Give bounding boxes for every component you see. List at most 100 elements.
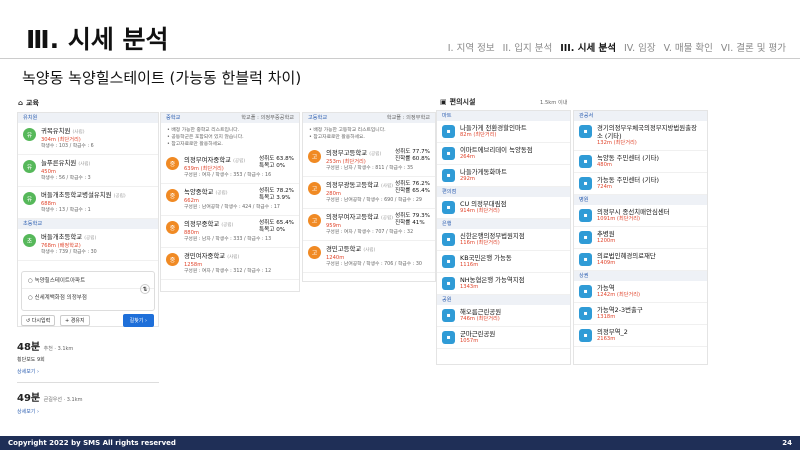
divider bbox=[0, 58, 800, 59]
list-item[interactable]: 중 경민여자중학교 (사립) 1258m 구성원 : 여자 / 학생수 : 312 /… bbox=[161, 248, 299, 280]
edu-panel: 유치원 유 귀복유치원 (사립) 304m (최단거리) 학생수 : 103 / 학급… bbox=[17, 112, 159, 327]
amen-col-2: 관공서 ▪ 경기의정부우체국의정부지방법원출장소 (기타) 132m (최단거리) ▪ 녹… bbox=[573, 110, 708, 365]
amen-range: 1.5km 이내 bbox=[540, 100, 568, 106]
list-item[interactable]: 고 의정부고등학교 (공립) 253m (최단거리) 성취도 77.7% 진학률 60.… bbox=[303, 145, 435, 177]
list-item[interactable]: 중 의정부여자중학교 (공립) 639m (최단거리) 성취도 63.8% 특목고 0%… bbox=[161, 152, 299, 184]
kinder-icon: 유 bbox=[23, 160, 36, 173]
place-icon: ▪ bbox=[442, 147, 455, 160]
kinder-icon: 유 bbox=[23, 192, 36, 205]
list-item[interactable]: 유 귀복유치원 (사립) 304m (최단거리) 학생수 : 103 / 학급수 : … bbox=[18, 123, 158, 155]
high-school-icon: 고 bbox=[308, 150, 321, 163]
list-item[interactable]: ▪ 이마트에브리데이 녹양동점 264m bbox=[437, 143, 570, 165]
place-icon: ▪ bbox=[442, 277, 455, 290]
list-item[interactable]: ▪ 나들가게동화마트 292m bbox=[437, 165, 570, 187]
waypoint-button[interactable]: + 경유지 bbox=[60, 315, 90, 326]
list-item[interactable]: 유 늘푸른유치원 (사립) 450m 학생수 : 56 / 학급수 : 3 bbox=[18, 155, 158, 187]
nav-item-3[interactable]: III. 시세 분석 bbox=[560, 40, 616, 54]
copyright: Copyright 2022 by SMS All rights reserve… bbox=[8, 439, 176, 447]
nav-item-4[interactable]: IV. 임장 bbox=[624, 40, 656, 54]
reset-button[interactable]: ↺ 다시입력 bbox=[21, 315, 56, 326]
home-icon: ⌂ bbox=[18, 99, 24, 107]
nav-item-6[interactable]: VI. 결론 및 평가 bbox=[721, 40, 786, 54]
place-icon: ▪ bbox=[442, 125, 455, 138]
middle-category: 중학교 학교폴 : 의정부중공학교 bbox=[161, 113, 299, 123]
middle-school-icon: 중 bbox=[166, 157, 179, 170]
edu-header: ⌂ 교육 bbox=[18, 98, 39, 108]
amen-category: 병원 bbox=[574, 195, 707, 205]
amen-category: 관공서 bbox=[574, 111, 707, 121]
route-box: ○ 녹양힐스테이트아파트 ○ 신세계백화점 의정부점 ⇅ bbox=[21, 271, 155, 311]
middle-panel: 중학교 학교폴 : 의정부중공학교 • 배정 가능한 중학교 리스트입니다. • 공… bbox=[160, 112, 300, 292]
route-to[interactable]: ○ 신세계백화점 의정부점 bbox=[22, 289, 154, 305]
kinder-category: 유치원 bbox=[18, 113, 158, 123]
nav-item-2[interactable]: II. 입지 분석 bbox=[503, 40, 553, 54]
high-school-icon: 고 bbox=[308, 214, 321, 227]
list-item[interactable]: ▪ 의정부역_2 2163m bbox=[574, 325, 707, 347]
list-item[interactable]: ▪ 나들가게 천환경할인마트 82m (최단거리) bbox=[437, 121, 570, 143]
list-item[interactable]: 초 버들개초등학교 (공립) 768m (배정학교) 학생수 : 739 / 학급수 … bbox=[18, 229, 158, 261]
nav-item-5[interactable]: V. 매물 확인 bbox=[664, 40, 713, 54]
place-icon: ▪ bbox=[579, 155, 592, 168]
place-icon: ▪ bbox=[442, 255, 455, 268]
list-item[interactable]: 유 버들개초등학교병설유치원 (공립) 688m 학생수 : 13 / 학급수 : 1 bbox=[18, 187, 158, 219]
list-item[interactable]: ▪ 해오름근린공원 746m (최단거리) bbox=[437, 305, 570, 327]
list-item[interactable]: ▪ 가능역2-3번출구 1318m bbox=[574, 303, 707, 325]
amen-header: ▣ 편의시설 bbox=[440, 97, 475, 107]
slide: Ⅲ. 시세 분석 I. 지역 정보 II. 입지 분석 III. 시세 분석 I… bbox=[0, 0, 800, 450]
place-icon: ▪ bbox=[579, 329, 592, 342]
amen-category: 마트 bbox=[437, 111, 570, 121]
list-item[interactable]: ▪ 경기의정부우체국의정부지방법원출장소 (기타) 132m (최단거리) bbox=[574, 121, 707, 151]
list-item[interactable]: ▪ 녹양동 주민센터 (기타) 480m bbox=[574, 151, 707, 173]
list-item[interactable]: ▪ 신한은행의정부법원지점 116m (최단거리) bbox=[437, 229, 570, 251]
elem-category: 초등학교 bbox=[18, 219, 158, 229]
footer: Copyright 2022 by SMS All rights reserve… bbox=[0, 436, 800, 450]
list-item[interactable]: ▪ 추병원 1200m bbox=[574, 227, 707, 249]
high-notes: • 배정 가능한 고등학교 리스트입니다. • 참고자료로만 활용하세요. bbox=[309, 128, 386, 140]
list-item[interactable]: 고 의정부여자고등학교 (공립) 959m 성취도 79.3% 진학률 41% 구성원 :… bbox=[303, 209, 435, 241]
place-icon: ▪ bbox=[579, 253, 592, 266]
route-detail-link-1[interactable]: 상세보기 › bbox=[17, 368, 159, 375]
amenity-icon: ▣ bbox=[440, 98, 447, 106]
list-item[interactable]: ▪ 의료법인혜경의료재단 1409m bbox=[574, 249, 707, 271]
route-result: 48분 추천 · 3.1km 횡단보도 9회 상세보기 › 49분 큰길우선 ·… bbox=[17, 338, 159, 415]
list-item[interactable]: 고 의정부광동고등학교 (사립) 280m 성취도 76.2% 진학률 65.4% 구성원… bbox=[303, 177, 435, 209]
edu-label: 교육 bbox=[26, 99, 39, 107]
high-school-icon: 고 bbox=[308, 182, 321, 195]
route-detail-link-2[interactable]: 상세보기 › bbox=[17, 408, 159, 415]
section-nav: I. 지역 정보 II. 입지 분석 III. 시세 분석 IV. 임장 V. … bbox=[448, 40, 786, 54]
amen-category: 상권 bbox=[574, 271, 707, 281]
place-icon: ▪ bbox=[442, 201, 455, 214]
list-item[interactable]: 중 의정부중학교 (공립) 880m 성취도 65.4% 특목고 0% 구성원 : 남자 … bbox=[161, 216, 299, 248]
swap-icon[interactable]: ⇅ bbox=[140, 284, 150, 294]
page-number: 24 bbox=[782, 439, 792, 447]
nav-item-1[interactable]: I. 지역 정보 bbox=[448, 40, 495, 54]
list-item[interactable]: ▪ 가능역 1242m (최단거리) bbox=[574, 281, 707, 303]
list-item[interactable]: 중 녹양중학교 (공립) 662m 성취도 78.2% 특목고 3.9% 구성원 : 남여… bbox=[161, 184, 299, 216]
place-icon: ▪ bbox=[579, 177, 592, 190]
find-route-button[interactable]: 길찾기 › bbox=[122, 314, 154, 327]
route-time-2: 49분 큰길우선 · 3.1km bbox=[17, 393, 83, 404]
list-item[interactable]: ▪ 의정부시 종선치매안심센터 1091m (최단거리) bbox=[574, 205, 707, 227]
list-item[interactable]: ▪ 가능동 주민센터 (기타) 724m bbox=[574, 173, 707, 195]
page-title: Ⅲ. 시세 분석 bbox=[26, 25, 169, 54]
amen-category: 공원 bbox=[437, 295, 570, 305]
place-icon: ▪ bbox=[579, 285, 592, 298]
amen-col-1: 마트 ▪ 나들가게 천환경할인마트 82m (최단거리) ▪ 이마트에브리데이 녹양동점 2… bbox=[436, 110, 571, 365]
route-detail: 횡단보도 9회 bbox=[17, 357, 45, 363]
list-item[interactable]: ▪ CU 의정부대림점 914m (최단거리) bbox=[437, 197, 570, 219]
amen-category: 은행 bbox=[437, 219, 570, 229]
list-item[interactable]: ▪ NH농협은행 가능역지점 1343m bbox=[437, 273, 570, 295]
route-from[interactable]: ○ 녹양힐스테이트아파트 bbox=[22, 272, 154, 289]
place-icon: ▪ bbox=[442, 233, 455, 246]
high-school-icon: 고 bbox=[308, 246, 321, 259]
list-item[interactable]: 고 경민고등학교 (사립) 1240m 구성원 : 남여공학 / 학생수 : 706 … bbox=[303, 241, 435, 273]
list-item[interactable]: ▪ KB국민은행 가능동 1116m bbox=[437, 251, 570, 273]
place-icon: ▪ bbox=[442, 331, 455, 344]
middle-notes: • 배정 가능한 중학교 리스트입니다. • 공동학군은 포함되어 있지 않습니다… bbox=[167, 128, 244, 147]
kinder-icon: 유 bbox=[23, 128, 36, 141]
middle-school-icon: 중 bbox=[166, 253, 179, 266]
place-icon: ▪ bbox=[442, 309, 455, 322]
elementary-icon: 초 bbox=[23, 234, 36, 247]
list-item[interactable]: ▪ 군마근린공원 1057m bbox=[437, 327, 570, 349]
middle-school-icon: 중 bbox=[166, 189, 179, 202]
